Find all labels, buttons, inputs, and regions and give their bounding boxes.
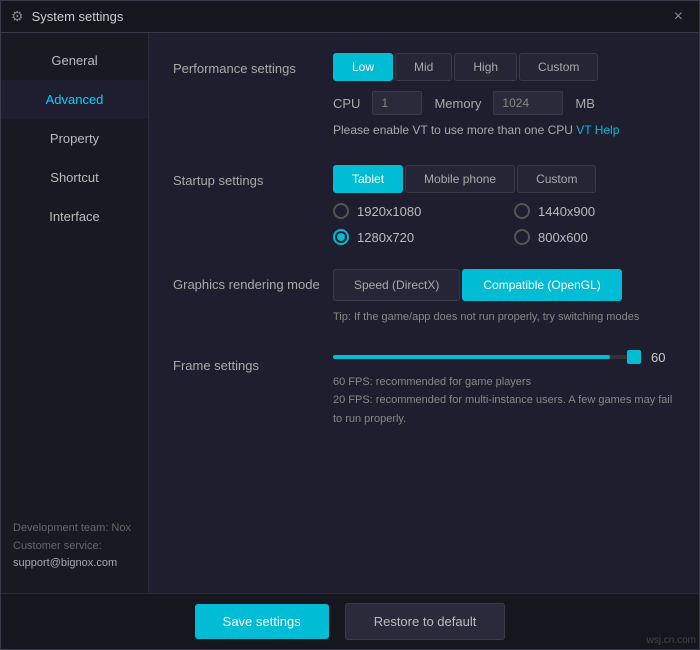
- resolution-1920[interactable]: 1920x1080: [333, 203, 494, 219]
- frame-section: Frame settings 60 60 FPS: recommended fo…: [173, 350, 675, 429]
- frame-content: 60 60 FPS: recommended for game players …: [333, 350, 675, 429]
- fps-info-2: 20 FPS: recommended for multi-instance u…: [333, 391, 675, 428]
- bottom-bar: Save settings Restore to default: [1, 593, 699, 649]
- vt-help-link[interactable]: VT Help: [576, 123, 619, 137]
- frame-label: Frame settings: [173, 350, 333, 373]
- main-window: ⚙ System settings × General Advanced Pro…: [0, 0, 700, 650]
- slider-thumb[interactable]: [627, 350, 641, 364]
- performance-content: Low Mid High Custom CPU Memory MB Please…: [333, 53, 675, 141]
- main-content: Performance settings Low Mid High Custom…: [149, 33, 699, 593]
- title-bar: ⚙ System settings ×: [1, 1, 699, 33]
- support-email: support@bignox.com: [13, 555, 136, 573]
- radio-800[interactable]: [514, 229, 530, 245]
- graphics-content: Speed (DirectX) Compatible (OpenGL) Tip:…: [333, 269, 675, 326]
- cpu-label: CPU: [333, 96, 360, 111]
- startup-mobile-button[interactable]: Mobile phone: [405, 165, 515, 193]
- frame-value: 60: [651, 350, 675, 365]
- graphics-label: Graphics rendering mode: [173, 269, 333, 292]
- sidebar-item-property[interactable]: Property: [1, 119, 148, 158]
- graphics-btn-group: Speed (DirectX) Compatible (OpenGL): [333, 269, 675, 301]
- restore-button[interactable]: Restore to default: [345, 603, 506, 640]
- perf-mid-button[interactable]: Mid: [395, 53, 452, 81]
- graphics-opengl-button[interactable]: Compatible (OpenGL): [462, 269, 621, 301]
- vt-help-text: Please enable VT to use more than one CP…: [333, 123, 675, 137]
- performance-btn-group: Low Mid High Custom: [333, 53, 675, 81]
- resolution-1280-label: 1280x720: [357, 230, 414, 245]
- radio-1920[interactable]: [333, 203, 349, 219]
- frame-slider-row: 60: [333, 350, 675, 365]
- close-button[interactable]: ×: [668, 6, 689, 28]
- radio-1280[interactable]: [333, 229, 349, 245]
- memory-label: Memory: [434, 96, 481, 111]
- perf-custom-button[interactable]: Custom: [519, 53, 598, 81]
- perf-high-button[interactable]: High: [454, 53, 517, 81]
- startup-custom-button[interactable]: Custom: [517, 165, 596, 193]
- sidebar-item-general[interactable]: General: [1, 41, 148, 80]
- resolution-800[interactable]: 800x600: [514, 229, 675, 245]
- sidebar-footer: Development team: Nox Customer service: …: [1, 508, 148, 585]
- performance-label: Performance settings: [173, 53, 333, 76]
- save-button[interactable]: Save settings: [195, 604, 329, 639]
- radio-1440[interactable]: [514, 203, 530, 219]
- slider-fill: [333, 355, 610, 359]
- memory-unit: MB: [575, 96, 595, 111]
- window-title: System settings: [32, 9, 668, 24]
- performance-section: Performance settings Low Mid High Custom…: [173, 53, 675, 141]
- resolution-1920-label: 1920x1080: [357, 204, 421, 219]
- gear-icon: ⚙: [11, 8, 24, 25]
- watermark: wsj.cn.com: [647, 635, 696, 646]
- slider-track[interactable]: [333, 355, 641, 359]
- cpu-input[interactable]: [372, 91, 422, 115]
- perf-low-button[interactable]: Low: [333, 53, 393, 81]
- resolution-1440[interactable]: 1440x900: [514, 203, 675, 219]
- startup-section: Startup settings Tablet Mobile phone Cus…: [173, 165, 675, 245]
- sidebar-item-shortcut[interactable]: Shortcut: [1, 158, 148, 197]
- resolution-1440-label: 1440x900: [538, 204, 595, 219]
- startup-label: Startup settings: [173, 165, 333, 188]
- dev-team-text: Development team: Nox: [13, 520, 136, 538]
- startup-btn-group: Tablet Mobile phone Custom: [333, 165, 675, 193]
- resolution-800-label: 800x600: [538, 230, 588, 245]
- cpu-mem-row: CPU Memory MB: [333, 91, 675, 115]
- graphics-directx-button[interactable]: Speed (DirectX): [333, 269, 460, 301]
- resolution-grid: 1920x1080 1440x900 1280x720 800x600: [333, 203, 675, 245]
- startup-tablet-button[interactable]: Tablet: [333, 165, 403, 193]
- graphics-tip: Tip: If the game/app does not run proper…: [333, 309, 675, 326]
- fps-info: 60 FPS: recommended for game players 20 …: [333, 373, 675, 429]
- sidebar-item-advanced[interactable]: Advanced: [1, 80, 148, 119]
- sidebar: General Advanced Property Shortcut Inter…: [1, 33, 149, 593]
- customer-service-label: Customer service:: [13, 538, 136, 556]
- graphics-section: Graphics rendering mode Speed (DirectX) …: [173, 269, 675, 326]
- content-area: General Advanced Property Shortcut Inter…: [1, 33, 699, 593]
- startup-content: Tablet Mobile phone Custom 1920x1080 144…: [333, 165, 675, 245]
- sidebar-item-interface[interactable]: Interface: [1, 197, 148, 236]
- fps-info-1: 60 FPS: recommended for game players: [333, 373, 675, 392]
- resolution-1280[interactable]: 1280x720: [333, 229, 494, 245]
- memory-input[interactable]: [493, 91, 563, 115]
